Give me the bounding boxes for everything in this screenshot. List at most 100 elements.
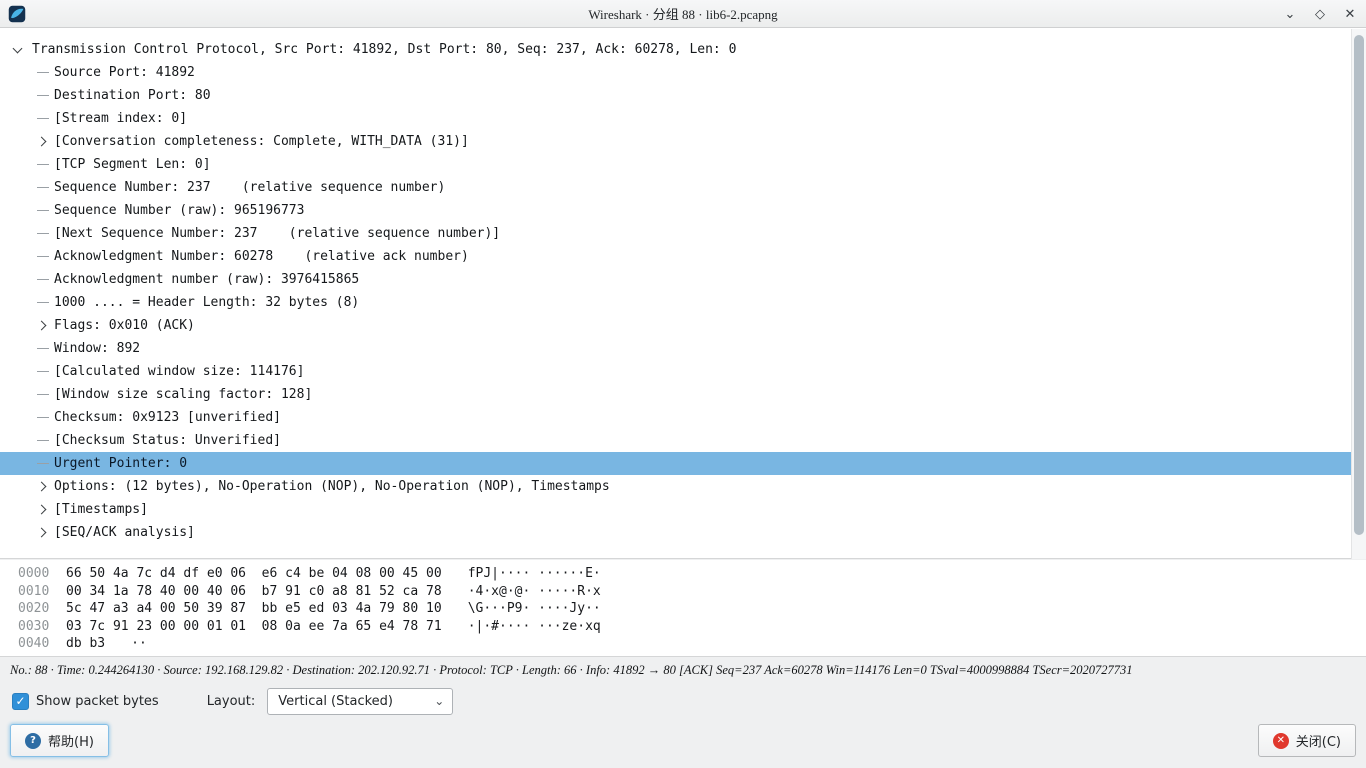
tree-item-row[interactable]: [Calculated window size: 114176] [0, 360, 1366, 383]
tree-item-label: Source Port: 41892 [54, 65, 195, 80]
hex-ascii[interactable]: ·· [131, 635, 147, 653]
tree-branch-tick [36, 210, 54, 211]
hex-rows-container: 000066 50 4a 7c d4 df e0 06 e6 c4 be 04 … [18, 565, 1366, 653]
expand-chevron-icon[interactable] [36, 529, 54, 536]
tree-item-row[interactable]: [SEQ/ACK analysis] [0, 521, 1366, 544]
close-button[interactable]: ✕ 关闭(C) [1258, 724, 1356, 757]
hex-offset: 0000 [18, 565, 64, 583]
layout-select[interactable]: Vertical (Stacked) ⌄ [267, 688, 453, 715]
expand-chevron-icon[interactable] [36, 483, 54, 490]
expand-chevron-icon[interactable] [36, 322, 54, 329]
expand-chevron-icon[interactable] [36, 506, 54, 513]
tree-item-label: Urgent Pointer: 0 [54, 456, 187, 471]
tree-branch-tick [36, 256, 54, 257]
tree-item-label: [TCP Segment Len: 0] [54, 157, 211, 172]
hex-bytes[interactable]: 03 7c 91 23 00 00 01 01 08 0a ee 7a 65 e… [66, 618, 442, 636]
hex-bytes[interactable]: db b3 [66, 635, 105, 653]
tree-item-label: Sequence Number (raw): 965196773 [54, 203, 304, 218]
tree-items-container: Source Port: 41892 Destination Port: 80 [S… [0, 61, 1366, 544]
tree-item-row[interactable]: [Timestamps] [0, 498, 1366, 521]
tree-item-label: Acknowledgment Number: 60278 (relative a… [54, 249, 469, 264]
tree-item-row[interactable]: [Stream index: 0] [0, 107, 1366, 130]
tree-item-label: 1000 .... = Header Length: 32 bytes (8) [54, 295, 359, 310]
hex-offset: 0030 [18, 618, 64, 636]
tree-item-row[interactable]: [Conversation completeness: Complete, WI… [0, 130, 1366, 153]
hex-row[interactable]: 00205c 47 a3 a4 00 50 39 87 bb e5 ed 03 … [18, 600, 1366, 618]
tree-branch-tick [36, 394, 54, 395]
tree-branch-tick [36, 95, 54, 96]
packet-detail-tree: Transmission Control Protocol, Src Port:… [0, 28, 1366, 559]
layout-label: Layout: [207, 694, 256, 709]
tree-branch-tick [36, 440, 54, 441]
help-button[interactable]: ? 帮助(H) [10, 724, 109, 757]
hex-bytes[interactable]: 66 50 4a 7c d4 df e0 06 e6 c4 be 04 08 0… [66, 565, 442, 583]
tree-branch-tick [36, 72, 54, 73]
tree-item-row[interactable]: Sequence Number (raw): 965196773 [0, 199, 1366, 222]
tree-item-row[interactable]: Destination Port: 80 [0, 84, 1366, 107]
hex-row[interactable]: 000066 50 4a 7c d4 df e0 06 e6 c4 be 04 … [18, 565, 1366, 583]
tree-item-row[interactable]: Source Port: 41892 [0, 61, 1366, 84]
close-circle-icon: ✕ [1273, 733, 1289, 749]
hex-offset: 0040 [18, 635, 64, 653]
tree-item-row[interactable]: Checksum: 0x9123 [unverified] [0, 406, 1366, 429]
tree-item-row[interactable]: 1000 .... = Header Length: 32 bytes (8) [0, 291, 1366, 314]
collapse-chevron-icon[interactable] [13, 44, 23, 54]
tree-scrollbar-thumb[interactable] [1354, 35, 1364, 535]
hex-ascii[interactable]: ·|·#···· ···ze·xq [468, 618, 601, 636]
tree-item-row[interactable]: Urgent Pointer: 0 [0, 452, 1366, 475]
hex-row[interactable]: 001000 34 1a 78 40 00 40 06 b7 91 c0 a8 … [18, 583, 1366, 601]
tree-item-label: [Calculated window size: 114176] [54, 364, 304, 379]
tree-item-label: [Window size scaling factor: 128] [54, 387, 312, 402]
tree-branch-tick [36, 233, 54, 234]
tree-item-label: Flags: 0x010 (ACK) [54, 318, 195, 333]
tree-branch-tick [36, 118, 54, 119]
tree-item-label: [Next Sequence Number: 237 (relative seq… [54, 226, 500, 241]
hex-ascii[interactable]: \G···P9· ····Jy·· [468, 600, 601, 618]
tree-item-row[interactable]: [Next Sequence Number: 237 (relative seq… [0, 222, 1366, 245]
show-packet-bytes-label: Show packet bytes [36, 694, 159, 709]
tree-branch-tick [36, 417, 54, 418]
show-packet-bytes-checkbox-field[interactable]: ✓ Show packet bytes [12, 693, 159, 710]
tree-item-row[interactable]: Acknowledgment Number: 60278 (relative a… [0, 245, 1366, 268]
tree-root-row[interactable]: Transmission Control Protocol, Src Port:… [0, 38, 1366, 61]
window-close-icon[interactable]: ✕ [1342, 7, 1358, 22]
tree-scrollbar-track[interactable] [1351, 29, 1366, 559]
tree-item-label: Sequence Number: 237 (relative sequence … [54, 180, 445, 195]
tree-item-row[interactable]: [TCP Segment Len: 0] [0, 153, 1366, 176]
tree-item-label: [Timestamps] [54, 502, 148, 517]
tree-branch-tick [36, 164, 54, 165]
window-minimize-icon[interactable]: ⌄ [1282, 7, 1298, 22]
tree-branch-tick [36, 463, 54, 464]
close-button-label: 关闭(C) [1296, 731, 1341, 750]
tree-item-label: Destination Port: 80 [54, 88, 211, 103]
hex-bytes[interactable]: 5c 47 a3 a4 00 50 39 87 bb e5 ed 03 4a 7… [66, 600, 442, 618]
tree-item-row[interactable]: Window: 892 [0, 337, 1366, 360]
tree-item-row[interactable]: Options: (12 bytes), No-Operation (NOP),… [0, 475, 1366, 498]
tree-item-row[interactable]: Flags: 0x010 (ACK) [0, 314, 1366, 337]
hex-ascii[interactable]: fPJ|···· ······E· [468, 565, 601, 583]
tree-item-row[interactable]: Acknowledgment number (raw): 3976415865 [0, 268, 1366, 291]
checkbox-checked-icon[interactable]: ✓ [12, 693, 29, 710]
hex-offset: 0020 [18, 600, 64, 618]
tree-item-label: [Checksum Status: Unverified] [54, 433, 281, 448]
title-bar[interactable]: Wireshark · 分组 88 · lib6-2.pcapng ⌄ ◇ ✕ [0, 0, 1366, 28]
hex-ascii[interactable]: ·4·x@·@· ·····R·x [468, 583, 601, 601]
window-maximize-icon[interactable]: ◇ [1312, 7, 1328, 22]
tree-item-label: Options: (12 bytes), No-Operation (NOP),… [54, 479, 610, 494]
tree-item-row[interactable]: [Checksum Status: Unverified] [0, 429, 1366, 452]
help-icon: ? [25, 733, 41, 749]
tree-item-row[interactable]: Sequence Number: 237 (relative sequence … [0, 176, 1366, 199]
hex-row[interactable]: 003003 7c 91 23 00 00 01 01 08 0a ee 7a … [18, 618, 1366, 636]
hex-row[interactable]: 0040db b3 ·· [18, 635, 1366, 653]
chevron-down-icon: ⌄ [434, 694, 444, 708]
packet-bytes-pane: 000066 50 4a 7c d4 df e0 06 e6 c4 be 04 … [0, 560, 1366, 657]
controls-row: ✓ Show packet bytes Layout: Vertical (St… [0, 686, 1366, 716]
tree-branch-tick [36, 187, 54, 188]
help-button-label: 帮助(H) [48, 731, 94, 750]
tree-item-row[interactable]: [Window size scaling factor: 128] [0, 383, 1366, 406]
expand-chevron-icon[interactable] [36, 138, 54, 145]
packet-summary-line: No.: 88 · Time: 0.244264130 · Source: 19… [0, 658, 1366, 682]
hex-bytes[interactable]: 00 34 1a 78 40 00 40 06 b7 91 c0 a8 81 5… [66, 583, 442, 601]
hex-offset: 0010 [18, 583, 64, 601]
packet-dialog-window: Wireshark · 分组 88 · lib6-2.pcapng ⌄ ◇ ✕ … [0, 0, 1366, 768]
